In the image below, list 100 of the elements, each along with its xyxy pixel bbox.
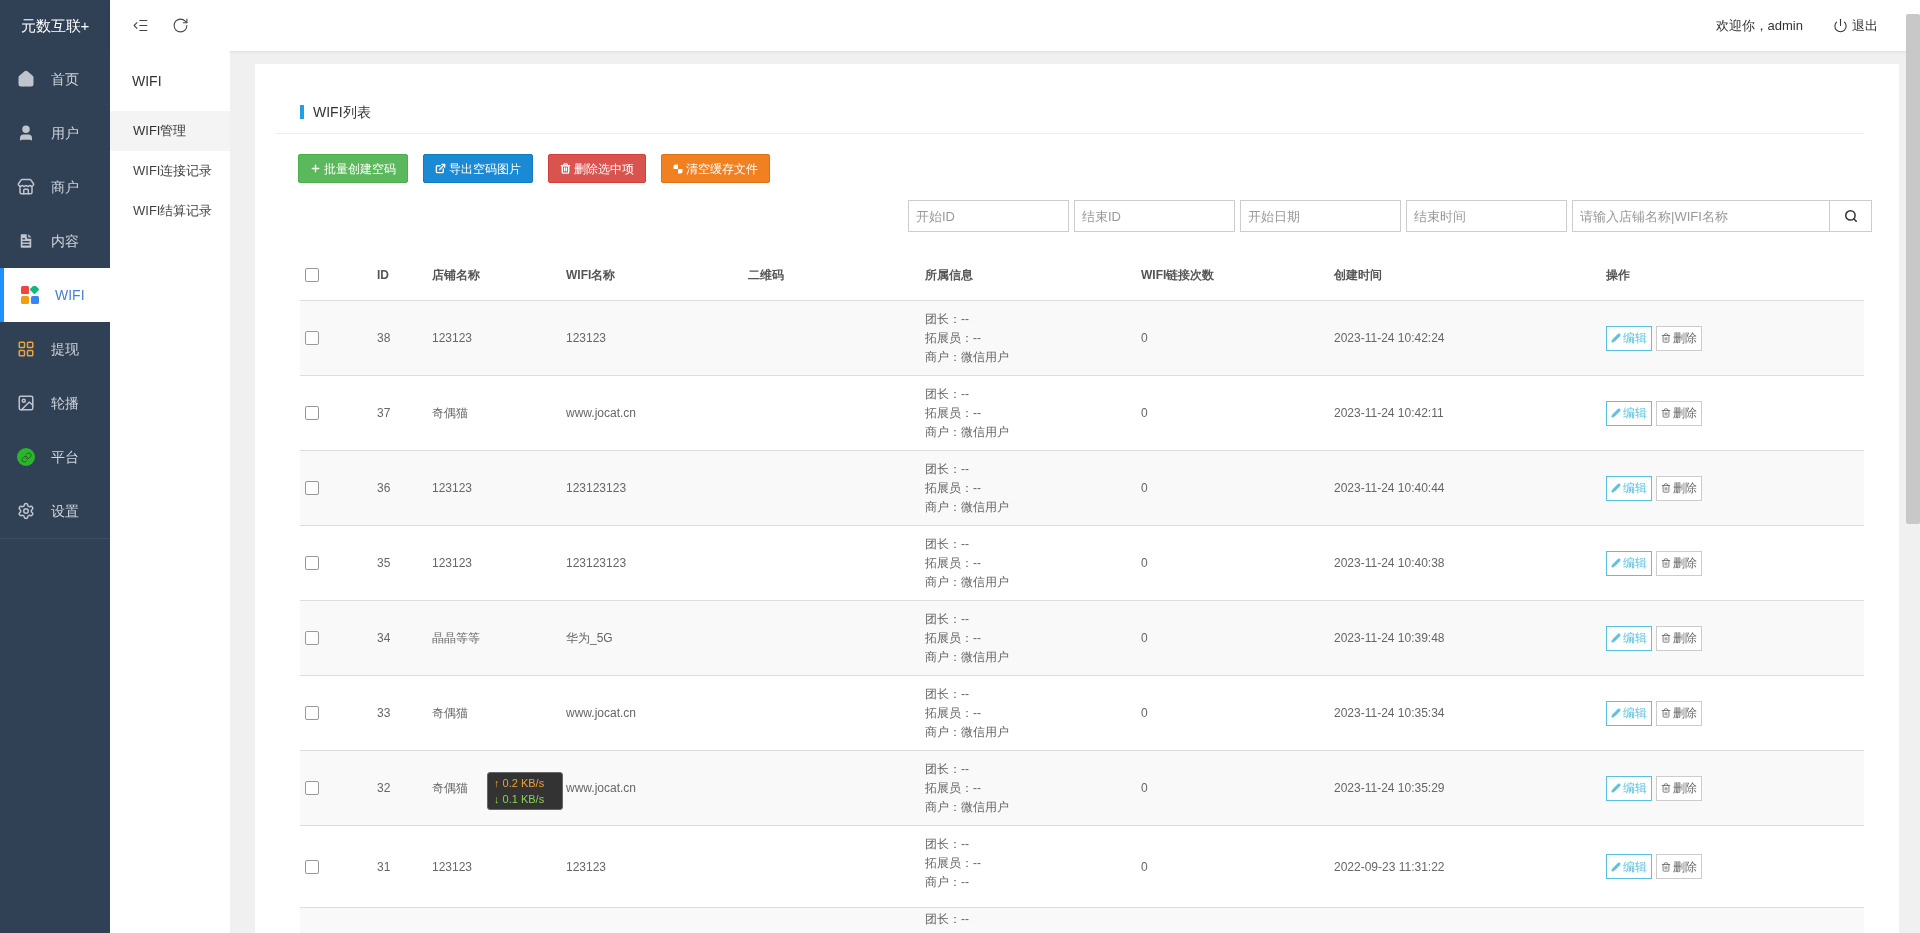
table-cell: 晶晶等等: [432, 631, 480, 645]
delete-button[interactable]: 删除: [1656, 475, 1702, 501]
upload-speed: ↑ 0.2 KB/s: [494, 776, 546, 791]
pencil-icon: [1611, 633, 1621, 643]
delete-button[interactable]: 删除: [1656, 550, 1702, 576]
filter-field[interactable]: 开始ID: [908, 200, 1069, 232]
delete-button[interactable]: 删除: [1656, 625, 1702, 651]
home-icon: [17, 70, 35, 88]
table-cell: 奇偶猫: [432, 781, 468, 795]
table-cell: 36: [377, 481, 391, 495]
info-line: 团长：--: [925, 611, 970, 628]
search-field[interactable]: 请输入店铺名称|WIFI名称: [1572, 200, 1830, 232]
row-checkbox[interactable]: [305, 706, 319, 720]
trash-icon: [560, 163, 571, 174]
table-cell: 2023-11-24 10:35:34: [1334, 706, 1445, 720]
table-cell: 2023-11-24 10:39:48: [1334, 631, 1445, 645]
info-line: 拓展员：--: [925, 705, 982, 722]
download-speed: ↓ 0.1 KB/s: [494, 792, 546, 807]
filter-field[interactable]: 结束时间: [1406, 200, 1567, 232]
delete-button[interactable]: 删除: [1656, 325, 1702, 351]
trash-icon: [1661, 861, 1671, 872]
table-cell: 32: [377, 781, 391, 795]
table-cell: www.jocat.cn: [566, 406, 637, 420]
sidebar-item[interactable]: 内容: [0, 214, 110, 268]
brand-logo: 元数互联+: [20, 15, 90, 36]
scrollbar[interactable]: [1906, 14, 1920, 524]
table-cell: 31: [377, 859, 391, 874]
info-line: 团长：--: [925, 536, 970, 553]
info-line: 拓展员：--: [925, 330, 982, 347]
search-icon: [1843, 209, 1858, 223]
sidebar-item[interactable]: 平台: [0, 430, 110, 484]
sidebar-item[interactable]: 提现: [0, 322, 110, 376]
table-cell: 0: [1141, 406, 1148, 420]
table-cell: 0: [1141, 556, 1148, 570]
table-cell: www.jocat.cn: [566, 706, 637, 720]
row-checkbox[interactable]: [305, 331, 319, 345]
delete-button[interactable]: 删除: [1656, 400, 1702, 426]
pencil-icon: [1611, 333, 1621, 343]
filter-field[interactable]: 结束ID: [1074, 200, 1235, 232]
column-header: WIFI名称: [566, 267, 616, 282]
link-icon: [17, 448, 35, 466]
pencil-icon: [1611, 558, 1621, 568]
column-header: 创建时间: [1334, 267, 1382, 282]
row-checkbox[interactable]: [305, 859, 319, 874]
info-line: 商户：微信用户: [925, 724, 1010, 741]
action-button[interactable]: 导出空码图片: [423, 154, 533, 183]
sidebar-item[interactable]: WIFI: [0, 268, 110, 322]
table-cell: 2023-11-24 10:35:29: [1334, 781, 1445, 795]
column-header: 操作: [1606, 267, 1630, 282]
trash-icon: [1661, 633, 1671, 643]
info-line: 商户：微信用户: [925, 424, 1010, 441]
info-line: 团长：--: [925, 311, 970, 328]
row-checkbox[interactable]: [305, 631, 319, 645]
settings-icon: [17, 502, 35, 520]
table-cell: 123123: [566, 859, 607, 874]
table-cell: 2023-11-24 10:42:24: [1334, 331, 1445, 345]
table-cell: 2023-11-24 10:40:44: [1334, 481, 1445, 495]
plus-icon: [310, 163, 321, 174]
sidebar-item[interactable]: 用户: [0, 106, 110, 160]
info-line: 拓展员：--: [925, 630, 982, 647]
table-cell: 奇偶猫: [432, 406, 468, 420]
tiles-icon: [21, 286, 39, 304]
user-icon: [17, 124, 35, 142]
row-checkbox[interactable]: [305, 781, 319, 795]
action-button[interactable]: 删除选中项: [548, 154, 646, 183]
column-header: 所属信息: [925, 267, 973, 282]
row-checkbox[interactable]: [305, 556, 319, 570]
row-checkbox[interactable]: [305, 267, 319, 282]
table-cell: 2023-11-24 10:42:11: [1334, 406, 1444, 420]
pencil-icon: [1611, 408, 1621, 418]
pencil-icon: [1611, 708, 1621, 718]
info-line: 商户：微信用户: [925, 349, 1010, 366]
submenu-item[interactable]: WIFI管理: [110, 111, 230, 151]
delete-button[interactable]: 删除: [1656, 700, 1702, 726]
sidebar-item[interactable]: 商户: [0, 160, 110, 214]
sidebar-item[interactable]: 轮播: [0, 376, 110, 430]
info-line: 团长：--: [925, 386, 970, 403]
info-line: 团长：--: [925, 911, 970, 928]
delete-button[interactable]: 删除: [1656, 854, 1702, 879]
table-cell: 0: [1141, 331, 1148, 345]
row-checkbox[interactable]: [305, 481, 319, 495]
logout-button[interactable]: 退出: [1833, 15, 1878, 36]
table-cell: 34: [377, 631, 391, 645]
submenu-title: WIFI: [132, 71, 162, 91]
trash-icon: [1661, 558, 1671, 568]
table-cell: 123123: [432, 859, 473, 874]
refresh-icon[interactable]: [172, 17, 189, 34]
table-cell: 38: [377, 331, 391, 345]
row-checkbox[interactable]: [305, 406, 319, 420]
table-cell: 0: [1141, 859, 1148, 874]
filter-field[interactable]: 开始日期: [1240, 200, 1401, 232]
table-cell: 123123: [432, 481, 473, 495]
sidebar-item[interactable]: 首页: [0, 52, 110, 106]
delete-button[interactable]: 删除: [1656, 775, 1702, 801]
search-button[interactable]: [1830, 200, 1872, 232]
sidebar-item[interactable]: 设置: [0, 484, 110, 538]
panel-title: WIFI列表: [300, 105, 371, 119]
table-cell: 0: [1141, 781, 1148, 795]
info-line: 团长：--: [925, 686, 970, 703]
collapse-menu-icon[interactable]: [132, 17, 149, 34]
